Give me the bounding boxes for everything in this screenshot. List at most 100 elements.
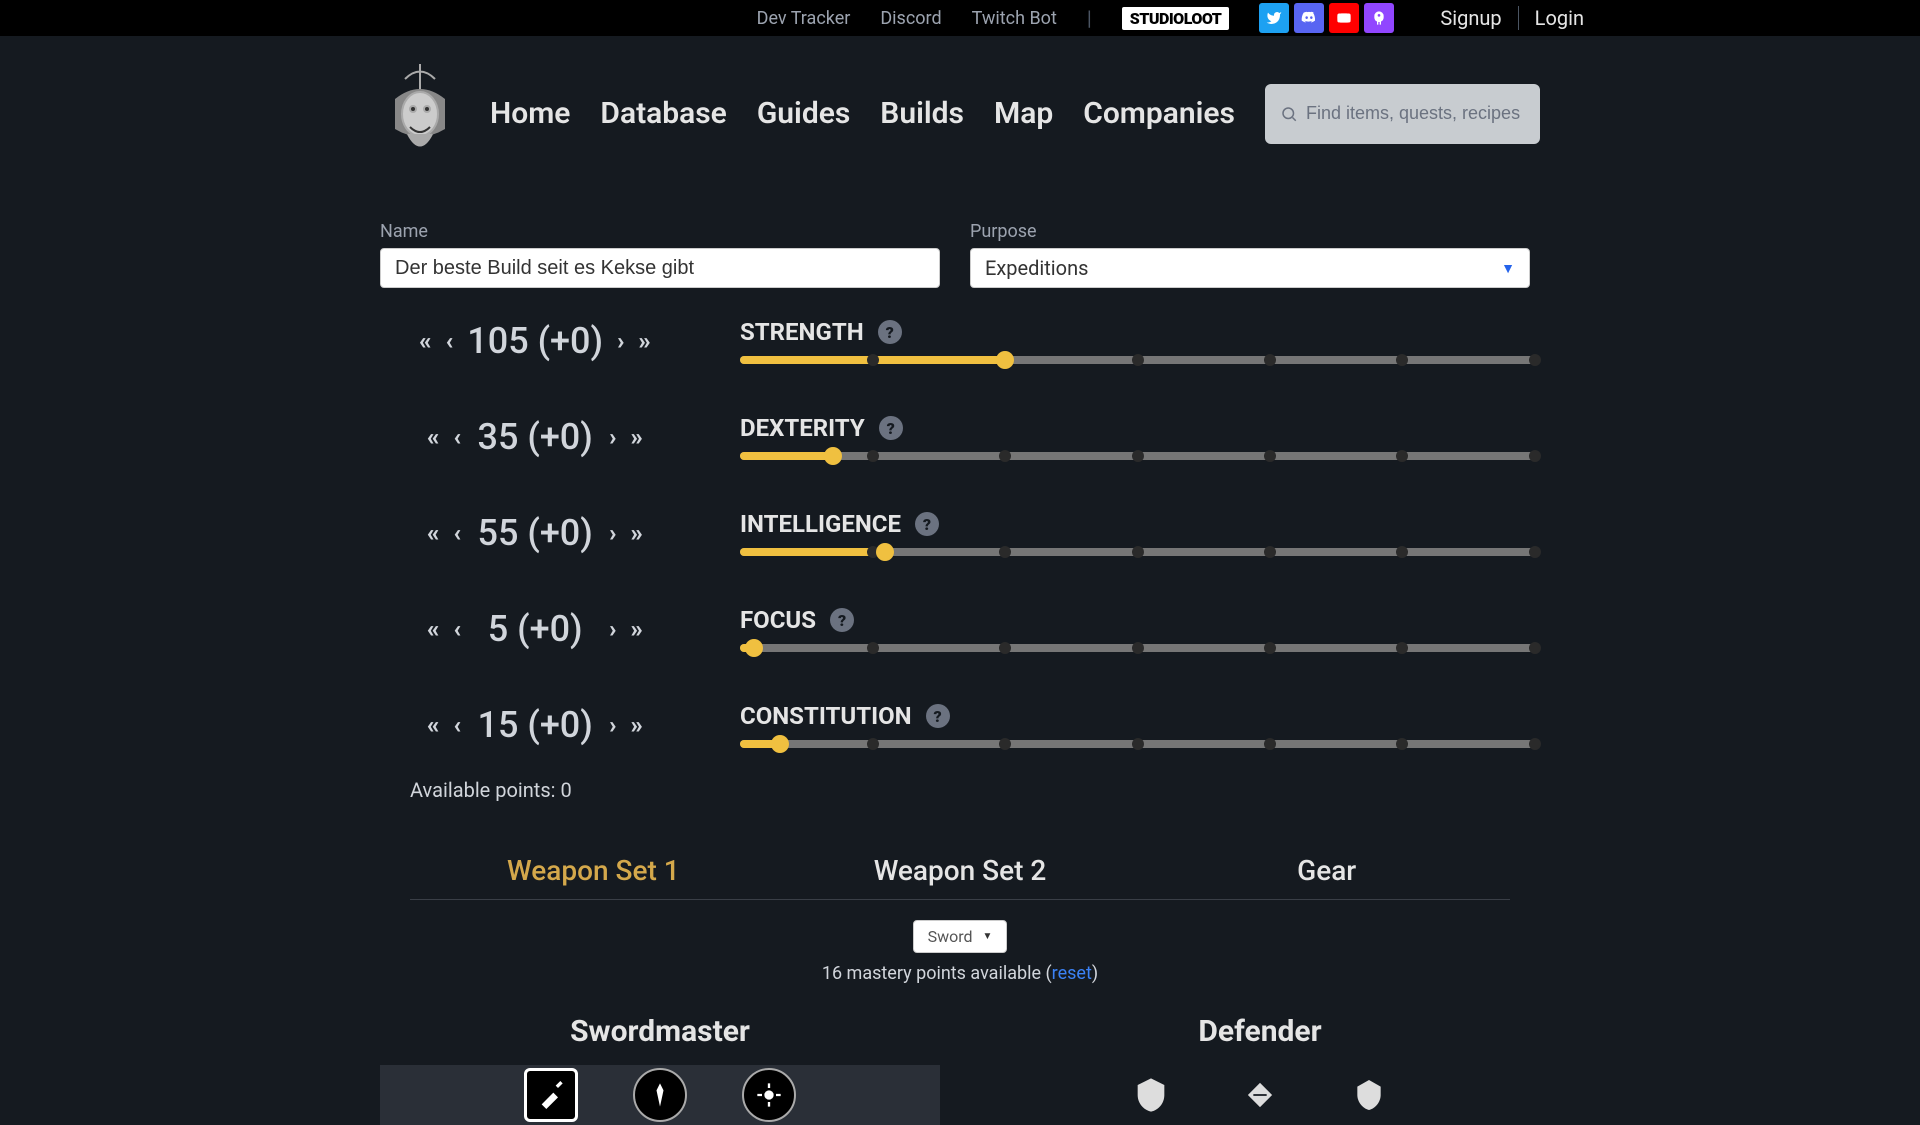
fast-increase-button[interactable]: » bbox=[630, 615, 642, 643]
link-dev-tracker[interactable]: Dev Tracker bbox=[757, 8, 851, 29]
tab-weapon-set-1[interactable]: Weapon Set 1 bbox=[410, 842, 777, 899]
skill-icon[interactable] bbox=[633, 1068, 687, 1122]
decrease-button[interactable]: ‹ bbox=[454, 423, 462, 451]
decrease-button[interactable]: ‹ bbox=[454, 711, 462, 739]
slider-tick bbox=[1529, 354, 1541, 366]
slider-tick bbox=[999, 738, 1011, 750]
skill-icon[interactable] bbox=[524, 1068, 578, 1122]
slider-thumb[interactable] bbox=[745, 639, 763, 657]
slider-tick bbox=[1529, 642, 1541, 654]
main-nav: Home Database Guides Builds Map Companie… bbox=[490, 96, 1235, 131]
nav-database[interactable]: Database bbox=[600, 96, 726, 131]
help-icon[interactable]: ? bbox=[915, 512, 939, 536]
site-logo-icon[interactable] bbox=[380, 56, 460, 171]
increase-button[interactable]: › bbox=[609, 423, 616, 451]
skill-icon[interactable] bbox=[1342, 1068, 1396, 1122]
attr-value: 35 (+0) bbox=[475, 416, 595, 458]
increase-button[interactable]: › bbox=[609, 711, 616, 739]
fast-decrease-button[interactable]: « bbox=[427, 519, 439, 547]
decrease-button[interactable]: ‹ bbox=[454, 519, 462, 547]
purpose-select[interactable]: Expeditions ▼ bbox=[970, 248, 1530, 288]
skill-icon[interactable] bbox=[1124, 1068, 1178, 1122]
slider-thumb[interactable] bbox=[824, 447, 842, 465]
attr-name: FOCUS bbox=[740, 606, 816, 634]
slider-tick bbox=[1396, 354, 1408, 366]
help-icon[interactable]: ? bbox=[926, 704, 950, 728]
decrease-button[interactable]: ‹ bbox=[454, 615, 462, 643]
help-icon[interactable]: ? bbox=[879, 416, 903, 440]
nav-guides[interactable]: Guides bbox=[757, 96, 850, 131]
search-input[interactable] bbox=[1306, 103, 1525, 124]
increase-button[interactable]: › bbox=[609, 615, 616, 643]
weapon-select[interactable]: Sword ▼ bbox=[913, 920, 1008, 953]
youtube-icon[interactable] bbox=[1329, 3, 1359, 33]
login-link[interactable]: Login bbox=[1519, 6, 1600, 30]
discord-icon[interactable] bbox=[1294, 3, 1324, 33]
attr-value: 15 (+0) bbox=[475, 704, 595, 746]
decrease-button[interactable]: ‹ bbox=[446, 327, 454, 355]
attr-row-dexterity: «‹35 (+0)›»DEXTERITY? bbox=[380, 414, 1540, 460]
stepper: « ‹ 35 (+0) › » bbox=[380, 416, 690, 458]
fast-decrease-button[interactable]: « bbox=[427, 711, 439, 739]
tab-gear[interactable]: Gear bbox=[1143, 842, 1510, 899]
attr-main: CONSTITUTION? bbox=[740, 702, 1540, 748]
nav-home[interactable]: Home bbox=[490, 96, 570, 131]
fast-increase-button[interactable]: » bbox=[630, 711, 642, 739]
fast-decrease-button[interactable]: « bbox=[427, 423, 439, 451]
attr-main: FOCUS? bbox=[740, 606, 1540, 652]
fast-increase-button[interactable]: » bbox=[630, 423, 642, 451]
search-box[interactable] bbox=[1265, 84, 1540, 144]
slider-thumb[interactable] bbox=[996, 351, 1014, 369]
reset-link[interactable]: reset bbox=[1052, 963, 1092, 984]
name-label: Name bbox=[380, 221, 940, 242]
skill-icon[interactable] bbox=[1233, 1068, 1287, 1122]
fast-increase-button[interactable]: » bbox=[630, 519, 642, 547]
increase-button[interactable]: › bbox=[617, 327, 624, 355]
chevron-down-icon: ▼ bbox=[1501, 260, 1515, 277]
fast-decrease-button[interactable]: « bbox=[419, 327, 431, 355]
topbar: Dev Tracker Discord Twitch Bot | STUDIOL… bbox=[0, 0, 1920, 36]
attr-slider[interactable] bbox=[740, 740, 1535, 748]
nav-companies[interactable]: Companies bbox=[1083, 96, 1235, 131]
slider-tick bbox=[1529, 450, 1541, 462]
tab-weapon-set-2[interactable]: Weapon Set 2 bbox=[777, 842, 1144, 899]
attr-slider[interactable] bbox=[740, 356, 1535, 364]
attr-slider[interactable] bbox=[740, 548, 1535, 556]
skill-icon[interactable] bbox=[742, 1068, 796, 1122]
help-icon[interactable]: ? bbox=[830, 608, 854, 632]
build-tabs: Weapon Set 1 Weapon Set 2 Gear bbox=[410, 842, 1510, 900]
caret-down-icon: ▼ bbox=[983, 931, 993, 942]
attr-row-constitution: « ‹ 15 (+0) › » CONSTITUTION? bbox=[380, 702, 1540, 748]
attr-slider[interactable] bbox=[740, 452, 1535, 460]
podcast-icon[interactable] bbox=[1364, 3, 1394, 33]
stepper: «‹105 (+0)›» bbox=[380, 320, 690, 362]
social-links bbox=[1259, 3, 1394, 33]
skill-row bbox=[980, 1065, 1540, 1125]
twitter-icon[interactable] bbox=[1259, 3, 1289, 33]
slider-tick bbox=[1529, 546, 1541, 558]
name-input[interactable] bbox=[380, 248, 940, 288]
slider-tick bbox=[1264, 450, 1276, 462]
help-icon[interactable]: ? bbox=[878, 320, 902, 344]
slider-tick bbox=[1396, 642, 1408, 654]
attr-name: CONSTITUTION bbox=[740, 702, 912, 730]
increase-button[interactable]: › bbox=[609, 519, 616, 547]
purpose-group: Purpose Expeditions ▼ bbox=[970, 221, 1530, 288]
slider-tick bbox=[1132, 642, 1144, 654]
signup-link[interactable]: Signup bbox=[1424, 6, 1517, 30]
slider-thumb[interactable] bbox=[876, 543, 894, 561]
nav-builds[interactable]: Builds bbox=[880, 96, 964, 131]
attr-name: INTELLIGENCE bbox=[740, 510, 901, 538]
slider-tick bbox=[999, 642, 1011, 654]
brand-logo[interactable]: STUDIOLOOT bbox=[1122, 7, 1230, 30]
divider: | bbox=[1087, 6, 1092, 30]
link-discord[interactable]: Discord bbox=[880, 8, 941, 29]
search-icon bbox=[1280, 105, 1298, 123]
fast-increase-button[interactable]: » bbox=[638, 327, 650, 355]
link-twitch-bot[interactable]: Twitch Bot bbox=[972, 8, 1057, 29]
slider-thumb[interactable] bbox=[771, 735, 789, 753]
nav-map[interactable]: Map bbox=[994, 96, 1053, 131]
slider-tick bbox=[1132, 450, 1144, 462]
attr-slider[interactable] bbox=[740, 644, 1535, 652]
fast-decrease-button[interactable]: « bbox=[427, 615, 439, 643]
